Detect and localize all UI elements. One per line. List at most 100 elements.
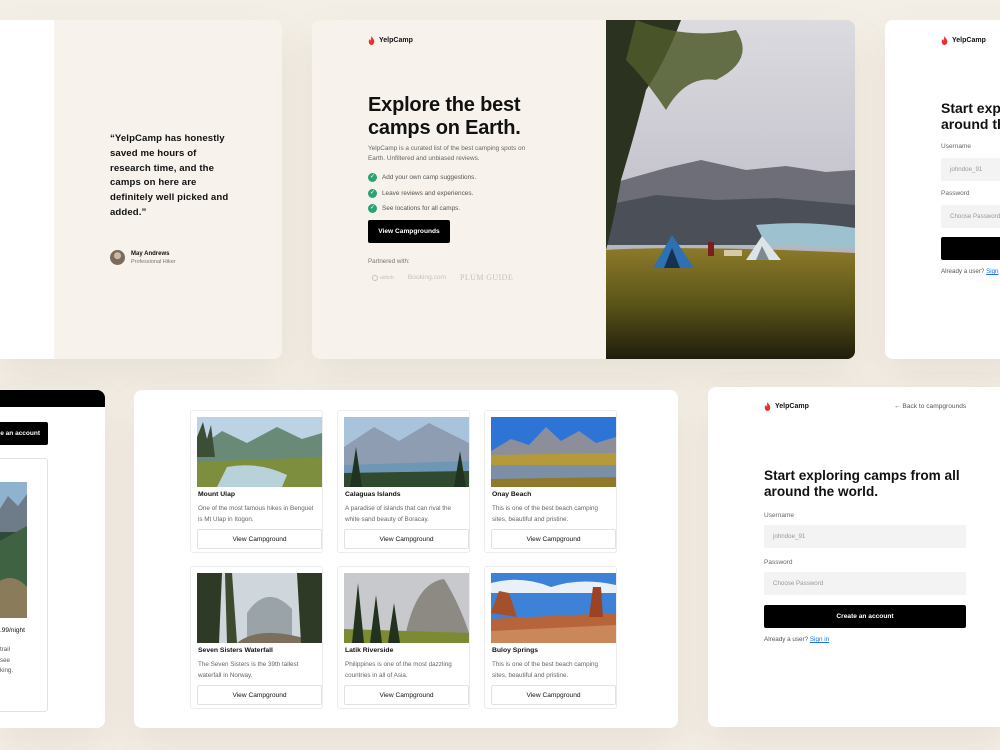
hero-campsite-photo [606, 20, 855, 359]
hero-description: YelpCamp is a curated list of the best c… [368, 145, 526, 162]
signup-title: Start exploring camps from all around th… [764, 468, 960, 499]
password-input[interactable]: Choose Password [764, 572, 966, 595]
partner-logo-booking: Booking.com [407, 274, 447, 281]
feature-list: ✓ Add your own camp suggestions. ✓ Leave r… [368, 170, 476, 217]
left-panel-edge [0, 20, 54, 359]
campground-photo [197, 573, 322, 643]
signin-hint-text: Already a user? [764, 636, 809, 643]
brand-name: YelpCamp [775, 403, 809, 410]
landing-card: YelpCamp Explore the best camps on Earth… [312, 20, 855, 359]
campground-detail-card: e an account [0, 390, 105, 728]
brand-logo[interactable]: YelpCamp [368, 36, 413, 45]
login-title-line: Start exp [941, 100, 1000, 116]
view-campground-button[interactable]: View Campground [344, 529, 469, 549]
username-label: Username [941, 143, 971, 150]
feature-text: See locations for all camps. [382, 205, 461, 213]
login-title: Start exp around th [941, 100, 1000, 132]
view-campground-button[interactable]: View Campground [197, 685, 322, 705]
back-to-campgrounds-link[interactable]: ← Back to campgrounds [894, 403, 966, 410]
campground-photo [197, 417, 322, 487]
price-per-night: .99/night [0, 627, 25, 634]
view-campground-button[interactable]: View Campground [491, 685, 616, 705]
feature-item: ✓ Leave reviews and experiences. [368, 186, 476, 202]
top-nav-bar [0, 390, 105, 407]
campground-name: Onay Beach [492, 491, 532, 498]
check-circle-icon: ✓ [368, 173, 377, 183]
campground-photo [344, 573, 469, 643]
brand-name: YelpCamp [952, 37, 986, 44]
testimonial-quote: “YelpCamp has honestly saved me hours of… [110, 133, 229, 218]
campground-card[interactable]: Buloy Springs This is one of the best be… [484, 566, 617, 709]
avatar [110, 250, 125, 265]
campground-description: A paradise of islands that can rival the… [345, 505, 452, 523]
campground-photo [0, 482, 27, 618]
view-campground-button[interactable]: View Campground [344, 685, 469, 705]
signin-hint: Already a user? Sign [941, 268, 998, 275]
campground-name: Mount Ulap [198, 491, 235, 498]
testimonial-author: May Andrews Professional Hiker [110, 250, 176, 265]
campground-card[interactable]: Onay Beach This is one of the best beach… [484, 410, 617, 553]
testimonial-card: “YelpCamp has honestly saved me hours of… [0, 20, 282, 359]
author-role: Professional Hiker [131, 258, 176, 265]
password-label: Password [941, 190, 970, 197]
feature-text: Leave reviews and experiences. [382, 189, 474, 197]
signin-hint-text: Already a user? [941, 268, 985, 275]
description-line: trail [0, 646, 10, 653]
flame-icon [368, 36, 375, 45]
create-account-button[interactable]: Create an account [764, 605, 966, 628]
partner-logo-plumguide: PLUM GUIDE [460, 273, 514, 282]
campground-card[interactable]: Seven Sisters Waterfall The Seven Sister… [190, 566, 323, 709]
username-input[interactable]: johndoe_91 [764, 525, 966, 548]
description-line: king. [0, 667, 14, 675]
signin-link[interactable]: Sign in [810, 636, 829, 643]
brand-logo[interactable]: YelpCamp [764, 402, 809, 411]
username-input[interactable]: johndoe_91 [941, 158, 1000, 181]
campground-description: trail see king. [0, 645, 13, 677]
campground-grid: Mount Ulap One of the most famous hikes … [190, 410, 617, 709]
campground-description: This is one of the best beach camping si… [492, 505, 599, 523]
password-input[interactable]: Choose Password [941, 205, 1000, 228]
feature-item: ✓ See locations for all camps. [368, 201, 476, 217]
campground-photo [491, 417, 616, 487]
check-circle-icon: ✓ [368, 204, 377, 214]
view-campground-button[interactable]: View Campground [491, 529, 616, 549]
login-title-line: around th [941, 116, 1000, 132]
brand-name: YelpCamp [379, 37, 413, 44]
flame-icon [764, 402, 771, 411]
airbnb-icon [372, 274, 378, 281]
campground-name: Buloy Springs [492, 647, 539, 654]
campgrounds-grid-card: Mount Ulap One of the most famous hikes … [134, 390, 678, 728]
author-name: May Andrews [131, 250, 170, 257]
check-circle-icon: ✓ [368, 188, 377, 198]
view-campground-button[interactable]: View Campground [197, 529, 322, 549]
username-label: Username [764, 512, 794, 519]
campground-name: Seven Sisters Waterfall [198, 647, 273, 654]
password-label: Password [764, 559, 793, 566]
signup-card: YelpCamp ← Back to campgrounds Start exp… [708, 387, 1000, 727]
campground-description: This is one of the best beach camping si… [492, 661, 599, 679]
campground-name: Latik Riverside [345, 647, 394, 654]
campground-card[interactable]: Mount Ulap One of the most famous hikes … [190, 410, 323, 553]
partner-logo-airbnb: airbnb [372, 274, 394, 281]
feature-text: Add your own camp suggestions. [382, 174, 477, 182]
partners-label: Partnered with: [368, 258, 410, 265]
description-line: see [0, 656, 10, 664]
campground-card[interactable]: Calaguas Islands A paradise of islands t… [337, 410, 470, 553]
brand-logo[interactable]: YelpCamp [941, 36, 986, 45]
campground-description: Philippines is one of the most dazzling … [345, 661, 452, 679]
signin-hint: Already a user? Sign in [764, 636, 829, 643]
feature-item: ✓ Add your own camp suggestions. [368, 170, 476, 186]
campground-photo [491, 573, 616, 643]
campground-description: One of the most famous hikes in Benguet … [198, 505, 314, 523]
flame-icon [941, 36, 948, 45]
campground-card[interactable]: Latik Riverside Philippines is one of th… [337, 566, 470, 709]
create-account-button[interactable]: e an account [0, 422, 48, 445]
partner-logos: airbnb Booking.com PLUM GUIDE [372, 273, 513, 282]
create-account-button[interactable] [941, 237, 1000, 260]
campground-name: Calaguas Islands [345, 491, 401, 498]
view-campgrounds-button[interactable]: View Campgrounds [368, 220, 450, 243]
partner-name: airbnb [380, 274, 394, 281]
campground-photo [344, 417, 469, 487]
campground-description: The Seven Sisters is the 39th tallest wa… [198, 661, 299, 679]
signin-link[interactable]: Sign [986, 268, 998, 275]
